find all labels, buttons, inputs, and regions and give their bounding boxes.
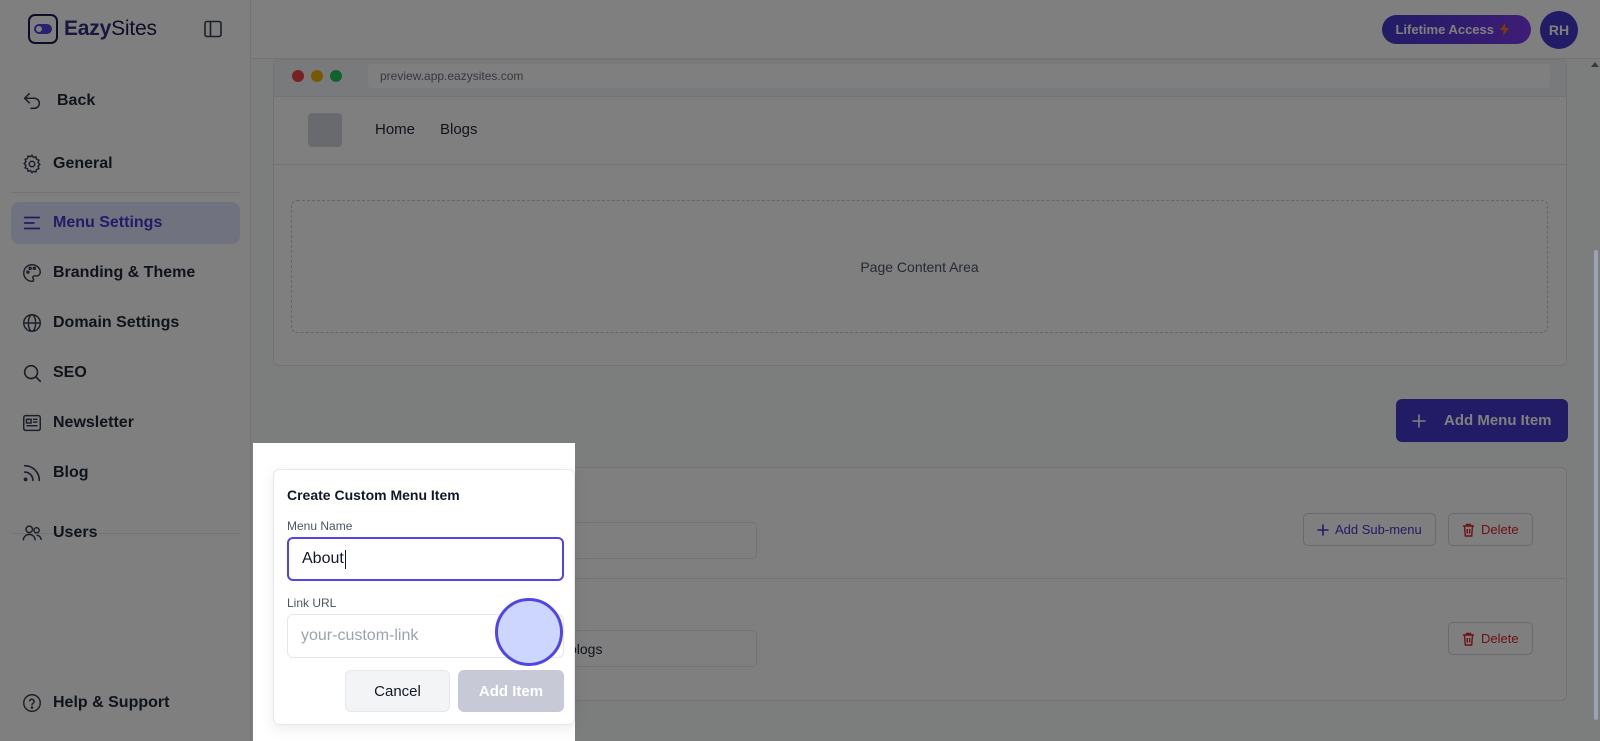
text-caret bbox=[344, 549, 346, 569]
dialog-title: Create Custom Menu Item bbox=[287, 487, 460, 503]
menu-name-input[interactable]: About bbox=[287, 537, 564, 581]
click-indicator bbox=[495, 598, 563, 666]
add-item-button[interactable]: Add Item bbox=[458, 670, 564, 712]
modal-backdrop[interactable] bbox=[0, 0, 1600, 741]
create-menu-item-dialog: Create Custom Menu Item Menu Name About … bbox=[273, 469, 575, 725]
cancel-button[interactable]: Cancel bbox=[345, 670, 450, 712]
menu-name-label: Menu Name bbox=[287, 519, 353, 533]
link-url-label: Link URL bbox=[287, 596, 337, 610]
scrollbar-thumb[interactable] bbox=[1594, 250, 1598, 720]
